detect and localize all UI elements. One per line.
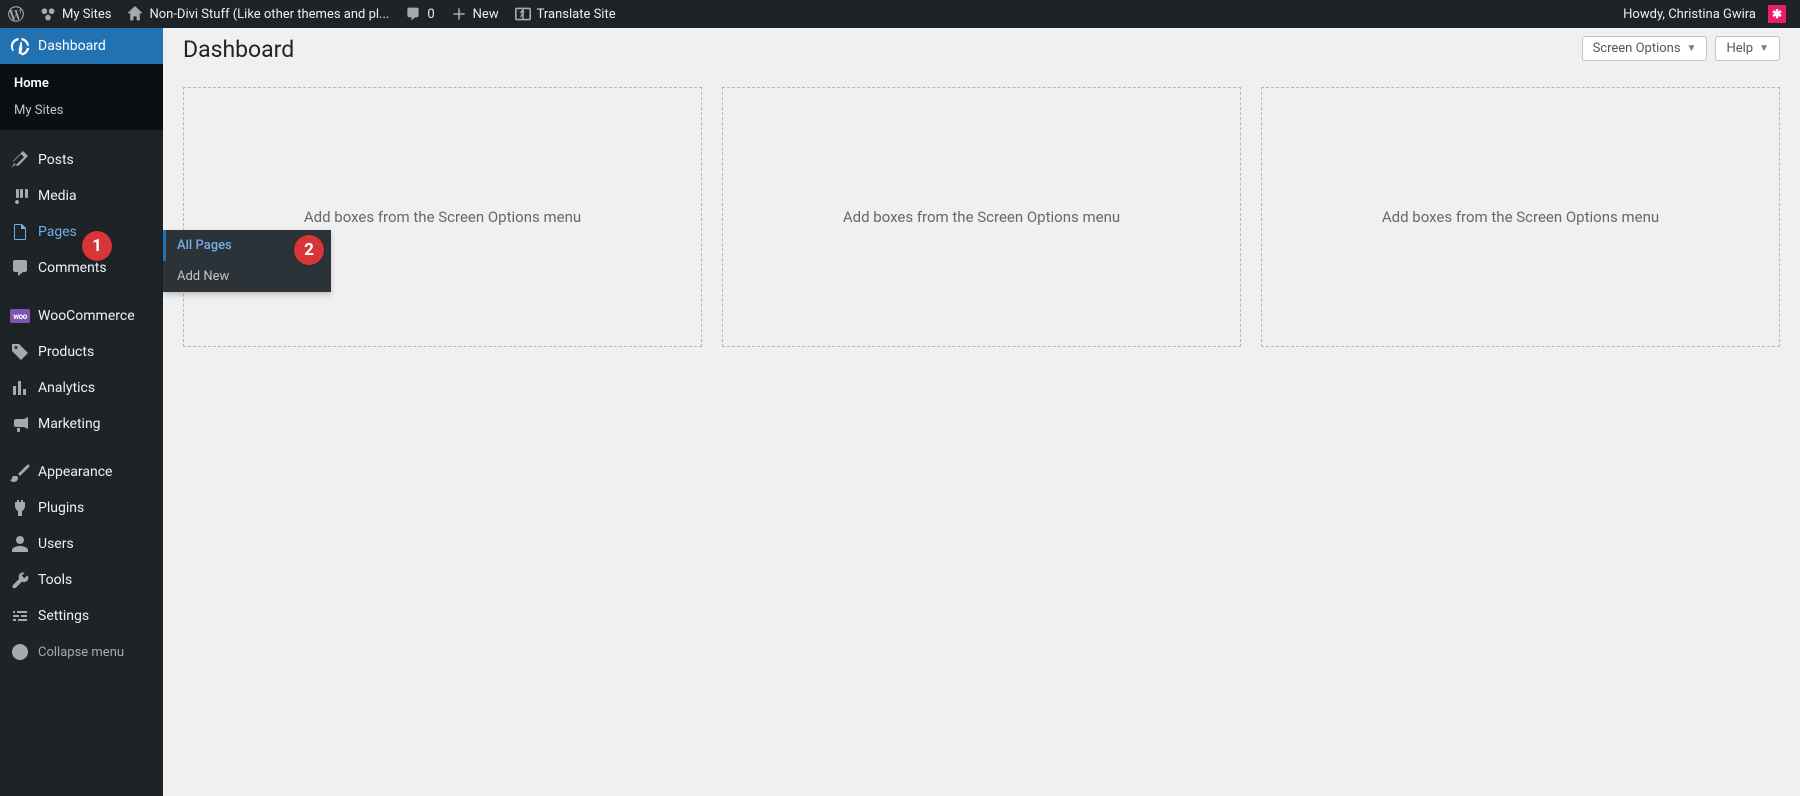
pages-flyout: All Pages Add New 2: [163, 230, 331, 292]
my-account-item[interactable]: Howdy, Christina Gwira ✱: [1615, 0, 1794, 28]
screen-options-label: Screen Options: [1593, 41, 1681, 56]
dashboard-gauge-icon: [10, 36, 30, 56]
comments-item[interactable]: 0: [397, 0, 442, 28]
megaphone-icon: [10, 414, 30, 434]
menu-plugins[interactable]: Plugins: [0, 490, 163, 526]
new-content-label: New: [473, 7, 499, 22]
menu-products-label: Products: [38, 344, 94, 360]
user-icon: [10, 534, 30, 554]
site-name-item[interactable]: Non-Divi Stuff (Like other themes and pl…: [119, 0, 397, 28]
page-document-icon: [10, 222, 30, 242]
page-tabs: Screen Options ▼ Help ▼: [1582, 36, 1780, 61]
menu-users[interactable]: Users: [0, 526, 163, 562]
menu-comments[interactable]: Comments: [0, 250, 163, 286]
help-tab[interactable]: Help ▼: [1715, 36, 1780, 61]
dropzone-text: Add boxes from the Screen Options menu: [843, 208, 1120, 226]
translate-icon: [515, 6, 531, 22]
woocommerce-icon: woo: [10, 306, 30, 326]
menu-plugins-label: Plugins: [38, 500, 84, 516]
collapse-menu-label: Collapse menu: [38, 645, 124, 660]
sliders-icon: [10, 606, 30, 626]
menu-users-label: Users: [38, 536, 74, 552]
menu-dashboard-label: Dashboard: [38, 38, 106, 54]
menu-appearance-label: Appearance: [38, 464, 112, 480]
page-content: Dashboard Screen Options ▼ Help ▼ Add bo…: [163, 28, 1800, 796]
admin-menu: Dashboard Home My Sites Posts Media Page…: [0, 28, 163, 796]
menu-appearance[interactable]: Appearance: [0, 454, 163, 490]
menu-comments-label: Comments: [38, 260, 107, 276]
page-title: Dashboard: [183, 36, 294, 63]
new-content-item[interactable]: New: [443, 0, 507, 28]
menu-media-label: Media: [38, 188, 77, 204]
tag-icon: [10, 342, 30, 362]
admin-bar-left: My Sites Non-Divi Stuff (Like other them…: [0, 0, 624, 28]
page-head: Dashboard Screen Options ▼ Help ▼: [183, 28, 1780, 63]
multisite-icon: [40, 6, 56, 22]
menu-tools-label: Tools: [38, 572, 72, 588]
plus-icon: [451, 6, 467, 22]
pushpin-icon: [10, 150, 30, 170]
menu-woocommerce-label: WooCommerce: [38, 308, 135, 324]
annotation-step-2: 2: [294, 235, 324, 265]
dashboard-dropzone[interactable]: Add boxes from the Screen Options menu: [1261, 87, 1780, 347]
wrench-icon: [10, 570, 30, 590]
comments-icon: [10, 258, 30, 278]
dashboard-widget-row: Add boxes from the Screen Options menu A…: [183, 87, 1780, 347]
menu-analytics-label: Analytics: [38, 380, 95, 396]
submenu-home[interactable]: Home: [0, 70, 163, 97]
menu-separator: [0, 130, 163, 142]
help-label: Help: [1726, 41, 1753, 56]
menu-settings-label: Settings: [38, 608, 89, 624]
comments-count: 0: [427, 7, 434, 22]
menu-marketing-label: Marketing: [38, 416, 101, 432]
dropzone-text: Add boxes from the Screen Options menu: [304, 208, 581, 226]
menu-settings[interactable]: Settings: [0, 598, 163, 634]
menu-marketing[interactable]: Marketing: [0, 406, 163, 442]
media-icon: [10, 186, 30, 206]
comment-bubble-icon: [405, 6, 421, 22]
menu-media[interactable]: Media: [0, 178, 163, 214]
chevron-down-icon: ▼: [1687, 43, 1697, 54]
bar-chart-icon: [10, 378, 30, 398]
screen-options-tab[interactable]: Screen Options ▼: [1582, 36, 1708, 61]
collapse-menu[interactable]: Collapse menu: [0, 634, 163, 670]
avatar: ✱: [1768, 5, 1786, 23]
howdy-text: Howdy, Christina Gwira: [1623, 7, 1756, 22]
flyout-add-new[interactable]: Add New: [163, 261, 331, 292]
menu-posts[interactable]: Posts: [0, 142, 163, 178]
translate-site-item[interactable]: Translate Site: [507, 0, 624, 28]
paintbrush-icon: [10, 462, 30, 482]
menu-tools[interactable]: Tools: [0, 562, 163, 598]
dropzone-text: Add boxes from the Screen Options menu: [1382, 208, 1659, 226]
dashboard-submenu: Home My Sites: [0, 64, 163, 130]
my-sites-label: My Sites: [62, 7, 111, 22]
translate-site-label: Translate Site: [537, 7, 616, 22]
admin-bar: My Sites Non-Divi Stuff (Like other them…: [0, 0, 1800, 28]
menu-products[interactable]: Products: [0, 334, 163, 370]
chevron-down-icon: ▼: [1759, 43, 1769, 54]
menu-woocommerce[interactable]: woo WooCommerce: [0, 298, 163, 334]
home-icon: [127, 6, 143, 22]
my-sites-item[interactable]: My Sites: [32, 0, 119, 28]
menu-pages-label: Pages: [38, 224, 77, 240]
site-name-label: Non-Divi Stuff (Like other themes and pl…: [149, 7, 389, 22]
menu-posts-label: Posts: [38, 152, 74, 168]
submenu-my-sites[interactable]: My Sites: [0, 97, 163, 124]
annotation-step-1: 1: [82, 231, 112, 261]
wordpress-logo-icon: [8, 6, 24, 22]
plug-icon: [10, 498, 30, 518]
menu-analytics[interactable]: Analytics: [0, 370, 163, 406]
dashboard-dropzone[interactable]: Add boxes from the Screen Options menu: [722, 87, 1241, 347]
dashboard-dropzone[interactable]: Add boxes from the Screen Options menu: [183, 87, 702, 347]
admin-bar-right: Howdy, Christina Gwira ✱: [1615, 0, 1794, 28]
menu-separator: [0, 286, 163, 298]
chevron-left-circle-icon: [10, 642, 30, 662]
menu-dashboard[interactable]: Dashboard: [0, 28, 163, 64]
wordpress-logo-item[interactable]: [0, 0, 32, 28]
menu-separator: [0, 442, 163, 454]
